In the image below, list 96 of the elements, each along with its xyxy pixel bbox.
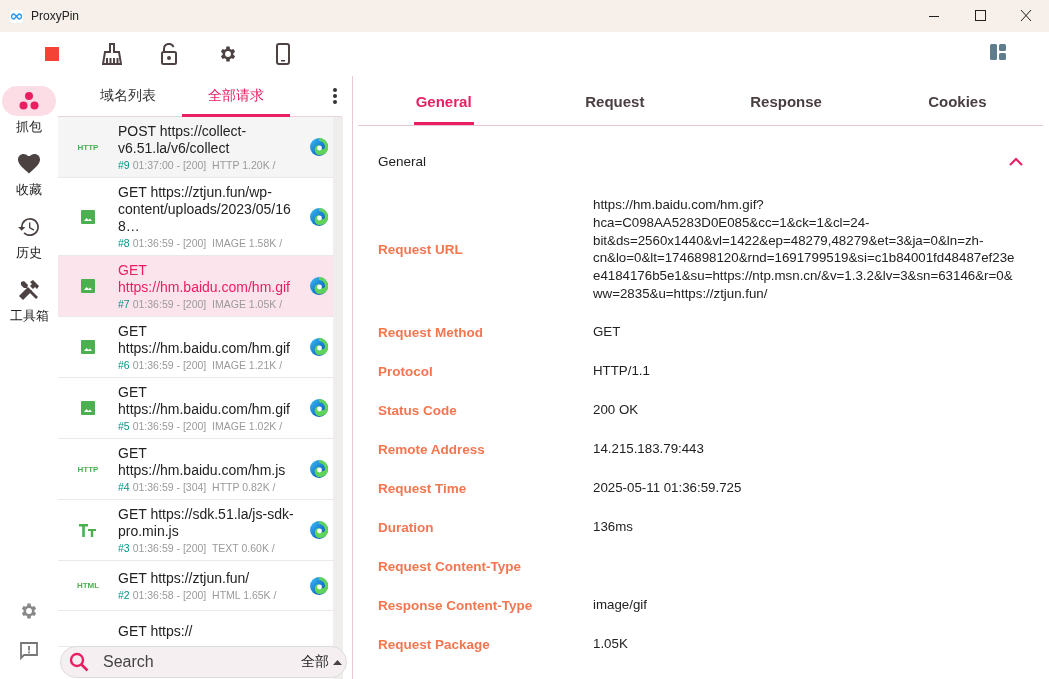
more-icon[interactable] bbox=[333, 88, 337, 104]
request-meta: 01:36:59 - [200] IMAGE 1.05K / bbox=[132, 298, 283, 310]
field-value: 1.05K bbox=[593, 635, 629, 654]
nav-label: 收藏 bbox=[16, 181, 42, 199]
browser-icon bbox=[310, 399, 328, 417]
dots-icon bbox=[19, 92, 39, 110]
image-icon bbox=[81, 279, 95, 293]
request-row[interactable]: GET https://hm.baidu.com/hm.gif #7 01:36:59 - [200] IMAGE 1.05K / bbox=[58, 256, 333, 317]
settings-icon[interactable] bbox=[218, 44, 238, 64]
unlocked-padlock-icon[interactable] bbox=[160, 43, 178, 65]
field-label: Request Content-Type bbox=[378, 558, 522, 574]
image-icon bbox=[81, 401, 95, 415]
request-meta: 01:37:00 - [200] HTTP 1.20K / bbox=[132, 159, 276, 171]
request-meta: 01:36:59 - [200] IMAGE 1.02K / bbox=[132, 420, 283, 432]
request-row[interactable]: HTML GET https://ztjun.fun/ #2 01:36:58 - [200] HTML 1.65K / bbox=[58, 561, 333, 611]
request-url: GET https://sdk.51.la/js-sdk-pro.min.js bbox=[118, 506, 295, 540]
app-logo-icon bbox=[11, 12, 22, 20]
request-number: #2 bbox=[118, 589, 130, 601]
list-tab[interactable]: 域名列表 bbox=[74, 75, 182, 117]
field-label: Request Package bbox=[378, 636, 491, 652]
caret-icon bbox=[333, 659, 342, 665]
request-number: #5 bbox=[118, 420, 130, 432]
field-value: 2025-05-11 01:36:59.725 bbox=[593, 479, 743, 498]
field-label: Response Content-Type bbox=[378, 597, 534, 613]
history-icon bbox=[18, 217, 40, 237]
browser-icon bbox=[310, 207, 328, 226]
collapse-icon[interactable] bbox=[1009, 156, 1023, 166]
nav-label: 历史 bbox=[16, 244, 42, 262]
feedback-icon[interactable] bbox=[19, 641, 39, 661]
field-value: HTTP/1.1 bbox=[593, 362, 651, 381]
request-url: GET https://ztjun.fun/wp-content/uploads/2023/05/168… bbox=[118, 184, 292, 235]
request-meta: 01:36:58 - [200] HTML 1.65K / bbox=[132, 589, 277, 601]
text-format-icon bbox=[79, 523, 97, 537]
request-url: GET https://hm.baidu.com/hm.js bbox=[118, 445, 287, 479]
detail-tab[interactable]: General bbox=[413, 76, 474, 125]
field-value: 14.215.183.79:443 bbox=[593, 440, 705, 459]
window-title: ProxyPin bbox=[31, 9, 80, 23]
request-row[interactable]: HTTP POST https://collect-v6.51.la/v6/collect #9 01:37:00 - [200] HTTP 1.20K / bbox=[58, 117, 333, 178]
request-number: #8 bbox=[118, 237, 130, 249]
nav-label: 抓包 bbox=[16, 118, 42, 136]
image-icon bbox=[81, 209, 95, 224]
section-title: General bbox=[378, 153, 427, 169]
stop-icon[interactable] bbox=[44, 46, 60, 62]
request-url: GET https://hm.baidu.com/hm.gif bbox=[118, 384, 291, 418]
browser-icon bbox=[310, 576, 328, 595]
field-label: Request Method bbox=[378, 324, 484, 340]
detail-tab[interactable]: Response bbox=[748, 76, 824, 125]
browser-icon bbox=[310, 460, 328, 478]
request-url: POST https://collect-v6.51.la/v6/collect bbox=[118, 123, 248, 157]
request-url: GET https://hm.baidu.com/hm.gif bbox=[118, 323, 291, 357]
browser-icon bbox=[310, 521, 328, 539]
tools-icon bbox=[18, 279, 40, 301]
field-value: GET bbox=[593, 323, 622, 342]
request-meta: 01:36:59 - [200] IMAGE 1.58K / bbox=[132, 237, 283, 249]
filter-dropdown[interactable]: 全部 bbox=[301, 653, 342, 671]
field-label: Request URL bbox=[378, 241, 464, 257]
request-number: #7 bbox=[118, 298, 130, 310]
request-row[interactable]: GET https://hm.baidu.com/hm.gif #6 01:36:59 - [200] IMAGE 1.21K / bbox=[58, 317, 333, 378]
field-value: 136ms bbox=[593, 518, 634, 537]
request-url: GET https:// bbox=[118, 623, 193, 640]
request-number: #6 bbox=[118, 359, 130, 371]
broom-icon[interactable] bbox=[102, 43, 122, 65]
field-label: Remote Address bbox=[378, 441, 486, 457]
nav-item[interactable] bbox=[2, 86, 56, 116]
field-value: https://hm.baidu.com/hm.gif?hca=C098AA5283D0E085&cc=1&ck=1&cl=24-bit&ds=2560x1440&vl=1422&ep=48279,48279&et=3&ja=0&ln=zh-cn&lo=0&lt=1746898120&rnd=1691799519&si=c1b84001fd48487ef23ee4184176b5e1&su=https://ntp.msn.cn/&v=1.3.2&lv=3&sn=63146&r=0&ww=2835&u=https://ztjun.fun/ bbox=[593, 196, 1016, 303]
phone-icon[interactable] bbox=[276, 43, 290, 65]
detail-tab[interactable]: Request bbox=[583, 76, 647, 125]
browser-icon bbox=[310, 277, 328, 295]
field-value: image/gif bbox=[593, 596, 648, 615]
type-label: HTTP bbox=[77, 142, 99, 152]
request-row[interactable]: GET https://sdk.51.la/js-sdk-pro.min.js #3 01:36:59 - [200] TEXT 0.60K / bbox=[58, 500, 333, 561]
detail-tab[interactable]: Cookies bbox=[926, 76, 989, 125]
request-number: #9 bbox=[118, 159, 130, 171]
request-number: #3 bbox=[118, 542, 130, 554]
request-meta: 01:36:59 - [200] IMAGE 1.21K / bbox=[132, 359, 283, 371]
type-label: HTML bbox=[76, 581, 100, 590]
search-icon bbox=[69, 652, 89, 672]
browser-icon bbox=[310, 138, 328, 156]
image-icon bbox=[81, 340, 95, 354]
request-url: GET https://hm.baidu.com/hm.gif bbox=[118, 262, 291, 296]
nav-label: 工具箱 bbox=[9, 307, 49, 325]
field-label: Request Time bbox=[378, 480, 468, 496]
request-meta: 01:36:59 - [200] TEXT 0.60K / bbox=[132, 542, 275, 554]
request-row[interactable]: GET https://hm.baidu.com/hm.gif #5 01:36:59 - [200] IMAGE 1.02K / bbox=[58, 378, 333, 439]
heart-icon bbox=[18, 154, 40, 174]
type-label: HTTP bbox=[77, 464, 99, 474]
search-field[interactable]: Search 全部 bbox=[60, 646, 347, 678]
request-number: #4 bbox=[118, 481, 130, 493]
request-url: GET https://ztjun.fun/ bbox=[118, 570, 250, 587]
layout-icon[interactable] bbox=[990, 44, 1006, 60]
field-label: Duration bbox=[378, 519, 435, 535]
field-label: Status Code bbox=[378, 402, 458, 418]
field-value: 200 OK bbox=[593, 401, 640, 420]
field-label: Protocol bbox=[378, 363, 434, 379]
browser-icon bbox=[310, 338, 328, 356]
request-meta: 01:36:59 - [304] HTTP 0.82K / bbox=[132, 481, 276, 493]
